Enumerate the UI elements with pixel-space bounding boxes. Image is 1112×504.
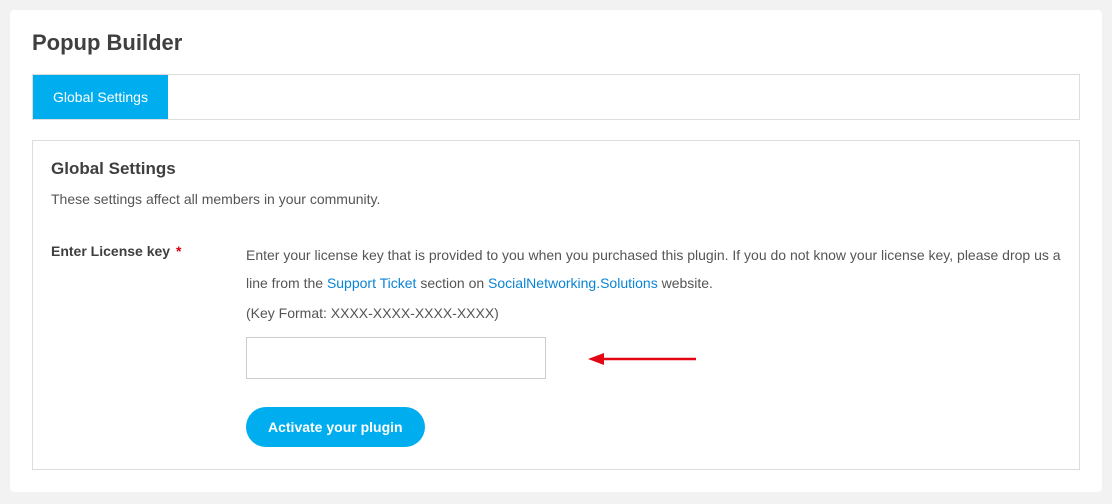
required-marker: * xyxy=(176,243,181,259)
settings-panel: Global Settings These settings affect al… xyxy=(32,140,1080,470)
tabs-bar: Global Settings xyxy=(32,74,1080,120)
tab-global-settings[interactable]: Global Settings xyxy=(33,75,168,119)
license-field-body: Enter your license key that is provided … xyxy=(246,241,1061,447)
activate-plugin-button[interactable]: Activate your plugin xyxy=(246,407,425,447)
license-label: Enter License key * xyxy=(51,241,246,259)
license-key-input[interactable] xyxy=(246,337,546,379)
panel-description: These settings affect all members in you… xyxy=(51,191,1061,207)
license-help-post: website. xyxy=(658,275,713,291)
support-ticket-link[interactable]: Support Ticket xyxy=(327,275,417,291)
page-title: Popup Builder xyxy=(32,30,1080,56)
license-help-mid: section on xyxy=(416,275,488,291)
page-card: Popup Builder Global Settings Global Set… xyxy=(10,10,1102,492)
socialnetworking-link[interactable]: SocialNetworking.Solutions xyxy=(488,275,658,291)
license-key-format: (Key Format: XXXX-XXXX-XXXX-XXXX) xyxy=(246,299,1061,327)
panel-title: Global Settings xyxy=(51,159,1061,179)
license-label-text: Enter License key xyxy=(51,243,170,259)
license-field-row: Enter License key * Enter your license k… xyxy=(51,241,1061,447)
